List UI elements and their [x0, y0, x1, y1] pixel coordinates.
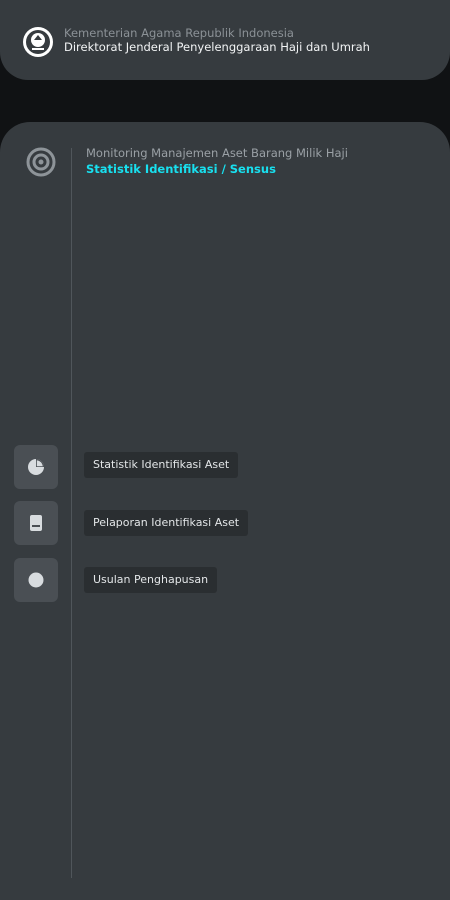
menu-statistik-button[interactable]: Statistik Identifikasi Aset: [84, 452, 239, 478]
menu-pelaporan-button[interactable]: Pelaporan Identifikasi Aset: [84, 510, 249, 536]
pie-chart-icon: [28, 459, 44, 475]
kemenag-emblem-icon: [23, 27, 53, 57]
target-icon: [26, 147, 56, 177]
document-icon: [30, 515, 42, 531]
org-name: Kementerian Agama Republik Indonesia: [64, 26, 294, 40]
page-subtitle: Statistik Identifikasi / Sensus: [86, 162, 276, 176]
menu-usulan-icon-button[interactable]: [14, 558, 58, 602]
department-name: Direktorat Jenderal Penyelenggaraan Haji…: [64, 40, 370, 54]
app-header: Kementerian Agama Republik Indonesia Dir…: [0, 0, 450, 80]
menu-statistik-icon-button[interactable]: [14, 445, 58, 489]
sidebar-divider: [71, 148, 72, 878]
menu-pelaporan-icon-button[interactable]: [14, 501, 58, 545]
menu-usulan-button[interactable]: Usulan Penghapusan: [84, 567, 218, 593]
circle-icon: [28, 572, 44, 588]
page-title: Monitoring Manajemen Aset Barang Milik H…: [86, 146, 348, 160]
